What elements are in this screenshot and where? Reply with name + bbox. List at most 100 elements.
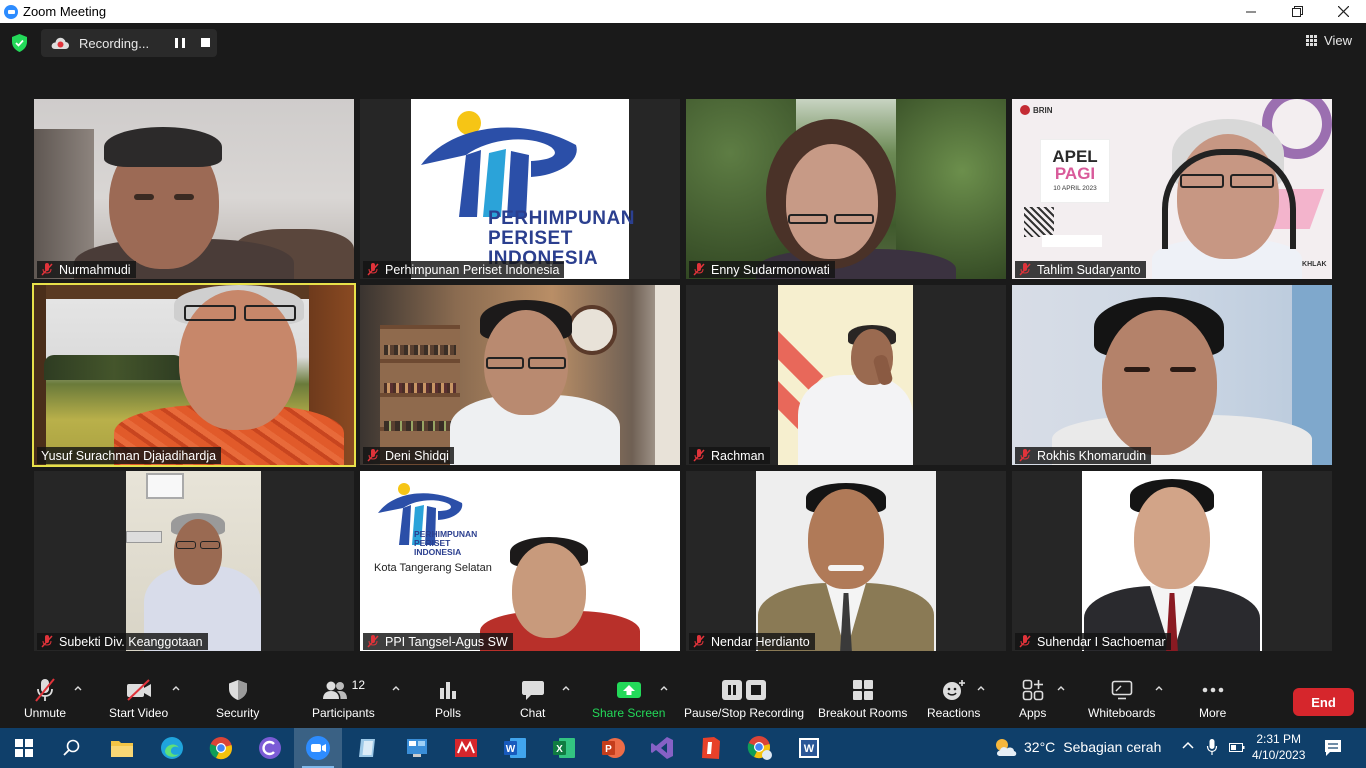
logo-text-line: PERHIMPUNAN xyxy=(488,208,635,229)
muted-mic-icon xyxy=(693,635,705,648)
security-button[interactable]: Security xyxy=(216,677,259,720)
start-video-button[interactable]: Start Video xyxy=(109,677,168,720)
participant-name: Enny Sudarmonowati xyxy=(711,262,830,277)
participant-tile[interactable]: Nurmahmudi xyxy=(34,99,354,279)
file-explorer-icon[interactable] xyxy=(108,734,136,762)
chevron-up-icon[interactable] xyxy=(562,685,570,691)
minimize-button[interactable] xyxy=(1228,0,1274,23)
participants-count: 12 xyxy=(351,678,366,692)
participants-icon xyxy=(322,681,347,699)
participant-tile[interactable]: Rachman xyxy=(686,285,1006,465)
recording-indicator: Recording... xyxy=(41,29,217,57)
participant-tile[interactable]: Enny Sudarmonowati xyxy=(686,99,1006,279)
banner-title: APEL xyxy=(1052,147,1098,166)
document-app-icon[interactable] xyxy=(697,734,725,762)
chevron-up-icon[interactable] xyxy=(74,685,82,691)
system-clock[interactable]: 2:31 PM 4/10/2023 xyxy=(1252,731,1305,763)
participant-tile[interactable]: Nendar Herdianto xyxy=(686,471,1006,651)
participant-video xyxy=(686,99,1006,279)
logo-text-line: PERISET xyxy=(488,228,573,249)
stop-recording-icon[interactable] xyxy=(201,38,210,47)
chevron-up-icon[interactable] xyxy=(1155,685,1163,691)
apps-icon xyxy=(1022,679,1043,701)
pause-recording-icon[interactable] xyxy=(175,38,185,48)
view-label: View xyxy=(1324,33,1352,48)
microsoft-powerpoint-icon[interactable]: P xyxy=(599,734,627,762)
share-screen-button[interactable]: Share Screen xyxy=(592,677,665,720)
chrome-browser-icon[interactable] xyxy=(207,734,235,762)
word-document-icon[interactable]: W xyxy=(795,734,823,762)
cortana-app-icon[interactable] xyxy=(256,734,284,762)
close-button[interactable] xyxy=(1320,0,1366,23)
participant-video xyxy=(686,471,1006,651)
participant-tile[interactable]: Rokhis Khomarudin xyxy=(1012,285,1332,465)
share-screen-label: Share Screen xyxy=(592,706,666,720)
notification-center-icon[interactable] xyxy=(1324,739,1342,757)
network-app-icon[interactable] xyxy=(452,734,480,762)
chevron-up-icon[interactable] xyxy=(977,685,985,691)
grid-icon xyxy=(1306,34,1318,47)
muted-mic-icon xyxy=(367,263,379,276)
participant-name: Nendar Herdianto xyxy=(711,634,810,649)
participant-tile[interactable]: Suhendar I Sachoemar xyxy=(1012,471,1332,651)
breakout-rooms-label: Breakout Rooms xyxy=(818,706,908,720)
microsoft-excel-icon[interactable]: X xyxy=(550,734,578,762)
clock-time: 2:31 PM xyxy=(1256,732,1302,746)
participant-video: BRIN APEL PAGI 10 APRIL 2023 AKHLAK xyxy=(1012,99,1332,279)
visual-studio-icon[interactable] xyxy=(648,734,676,762)
view-button[interactable]: View xyxy=(1306,33,1352,48)
windows-start-icon[interactable] xyxy=(10,734,38,762)
participant-tile[interactable]: PERHIMPUNAN PERISET INDONESIA Perhimpuna… xyxy=(360,99,680,279)
weather-widget[interactable]: 32°C Sebagian cerah xyxy=(992,736,1161,758)
more-button[interactable]: More xyxy=(1199,677,1226,720)
banner-title: PAGI xyxy=(1054,164,1096,183)
edge-browser-icon[interactable] xyxy=(158,734,186,762)
reactions-button[interactable]: Reactions xyxy=(927,677,980,720)
search-icon[interactable] xyxy=(58,734,86,762)
participant-name-tag: Perhimpunan Periset Indonesia xyxy=(363,261,565,278)
polls-label: Polls xyxy=(435,706,462,720)
chevron-up-icon[interactable] xyxy=(1182,740,1194,750)
control-panel-icon[interactable] xyxy=(403,734,431,762)
participant-video xyxy=(34,471,354,651)
participant-tile[interactable]: PERHIMPUNAN PERISET INDONESIA Kota Tange… xyxy=(360,471,680,651)
pause-stop-recording-icon xyxy=(722,680,767,700)
muted-mic-icon xyxy=(41,635,53,648)
participant-tile[interactable]: BRIN APEL PAGI 10 APRIL 2023 AKHLAK Tahl… xyxy=(1012,99,1332,279)
chevron-up-icon[interactable] xyxy=(392,685,400,691)
battery-icon[interactable] xyxy=(1229,741,1245,753)
participants-button[interactable]: 12 Participants xyxy=(312,677,375,720)
reactions-smiley-icon xyxy=(942,680,965,700)
maximize-button[interactable] xyxy=(1274,0,1320,23)
participant-video xyxy=(360,285,680,465)
microsoft-word-icon[interactable]: W xyxy=(501,734,529,762)
pause-stop-recording-button[interactable]: Pause/Stop Recording xyxy=(684,677,804,720)
participant-tile-active-speaker[interactable]: Yusuf Surachman Djajadihardja xyxy=(32,283,356,467)
chevron-up-icon[interactable] xyxy=(1057,685,1065,691)
chat-button[interactable]: Chat xyxy=(520,677,545,720)
start-video-label: Start Video xyxy=(109,706,169,720)
muted-mic-icon xyxy=(367,635,379,648)
muted-mic-icon xyxy=(1019,263,1031,276)
zoom-taskbar-icon[interactable] xyxy=(294,728,342,768)
chevron-up-icon[interactable] xyxy=(172,685,180,691)
participant-name: Yusuf Surachman Djajadihardja xyxy=(41,448,217,463)
participants-label: Participants xyxy=(312,706,375,720)
whiteboards-button[interactable]: Whiteboards xyxy=(1088,677,1155,720)
participant-video xyxy=(34,99,354,279)
participant-video xyxy=(1012,471,1332,651)
window-title: Zoom Meeting xyxy=(23,4,107,19)
chevron-up-icon[interactable] xyxy=(660,685,668,691)
unmute-button[interactable]: Unmute xyxy=(24,677,66,720)
banner-brand: BRIN xyxy=(1033,105,1053,115)
encryption-shield-icon[interactable] xyxy=(11,34,28,52)
chrome-profile-icon[interactable] xyxy=(746,734,774,762)
apps-button[interactable]: Apps xyxy=(1019,677,1046,720)
notes-app-icon[interactable] xyxy=(354,734,382,762)
end-meeting-button[interactable]: End xyxy=(1293,688,1354,716)
polls-button[interactable]: Polls xyxy=(435,677,461,720)
breakout-rooms-button[interactable]: Breakout Rooms xyxy=(818,677,907,720)
microphone-icon[interactable] xyxy=(1206,738,1218,756)
participant-tile[interactable]: Subekti Div. Keanggotaan xyxy=(34,471,354,651)
participant-tile[interactable]: Deni Shidqi xyxy=(360,285,680,465)
